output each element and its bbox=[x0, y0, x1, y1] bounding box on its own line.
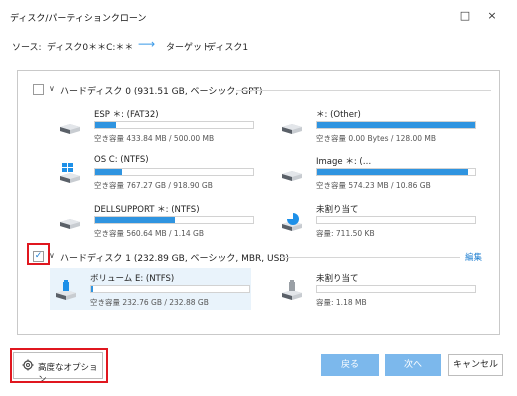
highlight-box bbox=[10, 348, 108, 383]
cancel-button[interactable]: キャンセル bbox=[448, 354, 503, 376]
partition-image[interactable]: Image ＊: (… 空き容量 574.23 MB / 10.86 GB bbox=[276, 151, 481, 193]
drive-icon bbox=[282, 124, 302, 134]
usage-bar bbox=[316, 285, 476, 293]
source-value: ディスク0＊＊C:＊＊ bbox=[47, 43, 134, 53]
partition-unallocated-1[interactable]: 未割り当て 容量: 1.18 MB bbox=[276, 268, 481, 310]
windows-drive-icon bbox=[60, 163, 80, 183]
usb-unallocated-icon bbox=[282, 280, 302, 300]
usage-fill bbox=[317, 169, 468, 175]
usage-bar bbox=[94, 216, 254, 224]
partition-capacity: 空き容量 560.64 MB / 1.14 GB bbox=[94, 229, 204, 238]
close-button[interactable]: × bbox=[481, 6, 503, 26]
disk-panel: ∨ ハードディスク 0 (931.51 GB, ベーシック, GPT) ESP … bbox=[17, 70, 500, 335]
source-label: ソース: bbox=[12, 43, 42, 53]
partition-capacity: 空き容量 0.00 Bytes / 128.00 MB bbox=[316, 134, 437, 143]
partition-name: 未割り当て bbox=[316, 274, 359, 284]
partition-other[interactable]: ＊: (Other) 空き容量 0.00 Bytes / 128.00 MB bbox=[276, 104, 481, 146]
edit-link[interactable]: 編集 bbox=[465, 251, 482, 263]
partition-capacity: 空き容量 433.84 MB / 500.00 MB bbox=[94, 134, 215, 143]
partition-capacity: 容量: 711.50 KB bbox=[316, 229, 375, 238]
usage-bar bbox=[316, 168, 476, 176]
disk-1-header: ✓ ∨ ハードディスク 1 (232.89 GB, ベーシック, MBR, US… bbox=[18, 249, 501, 265]
partition-esp[interactable]: ESP ＊: (FAT32) 空き容量 433.84 MB / 500.00 M… bbox=[54, 104, 259, 146]
usage-fill bbox=[317, 122, 475, 128]
disk-0-title: ハードディスク 0 (931.51 GB, ベーシック, GPT) bbox=[60, 87, 263, 97]
partition-name: 未割り当て bbox=[316, 205, 359, 215]
divider bbox=[236, 90, 491, 91]
clone-path: ソース: ディスク0＊＊C:＊＊ ⟶ ターゲット: ディスク1 bbox=[0, 34, 517, 60]
partition-name: Image ＊: (… bbox=[316, 157, 372, 167]
window-title: ディスク/パーティションクローン bbox=[10, 14, 147, 24]
partition-capacity: 空き容量 574.23 MB / 10.86 GB bbox=[316, 181, 431, 190]
maximize-button[interactable]: □ bbox=[454, 6, 476, 26]
usage-bar bbox=[316, 216, 476, 224]
usage-bar bbox=[316, 121, 476, 129]
usage-fill bbox=[95, 217, 175, 223]
chevron-down-icon[interactable]: ∨ bbox=[49, 84, 55, 93]
partition-name: ボリューム E: (NTFS) bbox=[90, 274, 175, 284]
disk-0-checkbox[interactable] bbox=[33, 84, 44, 95]
usage-bar bbox=[90, 285, 250, 293]
usage-bar bbox=[94, 168, 254, 176]
title-bar: ディスク/パーティションクローン □ × bbox=[0, 0, 517, 32]
divider bbox=[280, 257, 460, 258]
partition-capacity: 空き容量 767.27 GB / 918.90 GB bbox=[94, 181, 213, 190]
usb-drive-icon bbox=[56, 280, 76, 300]
usage-fill bbox=[91, 286, 93, 292]
target-value: ディスク1 bbox=[207, 43, 249, 53]
usage-fill bbox=[95, 122, 116, 128]
drive-icon bbox=[60, 219, 80, 229]
partition-name: ＊: (Other) bbox=[316, 110, 361, 120]
arrow-right-icon: ⟶ bbox=[138, 37, 156, 51]
usage-bar bbox=[94, 121, 254, 129]
partition-volume-e[interactable]: ボリューム E: (NTFS) 空き容量 232.76 GB / 232.88 … bbox=[50, 268, 251, 310]
partition-name: DELLSUPPORT ＊: (NTFS) bbox=[94, 205, 200, 215]
drive-icon bbox=[60, 124, 80, 134]
disk-1-title: ハードディスク 1 (232.89 GB, ベーシック, MBR, USB) bbox=[60, 254, 289, 264]
usage-fill bbox=[95, 169, 122, 175]
next-button[interactable]: 次へ bbox=[385, 354, 441, 376]
disk-0-header: ∨ ハードディスク 0 (931.51 GB, ベーシック, GPT) bbox=[18, 82, 501, 98]
partition-name: OS C: (NTFS) bbox=[94, 155, 149, 165]
partition-os-c[interactable]: OS C: (NTFS) 空き容量 767.27 GB / 918.90 GB bbox=[54, 151, 259, 193]
partition-capacity: 空き容量 232.76 GB / 232.88 GB bbox=[90, 298, 209, 307]
back-button[interactable]: 戻る bbox=[321, 354, 379, 376]
partition-name: ESP ＊: (FAT32) bbox=[94, 110, 159, 120]
partition-unallocated-0[interactable]: 未割り当て 容量: 711.50 KB bbox=[276, 199, 481, 241]
highlight-box bbox=[27, 243, 50, 265]
partition-capacity: 容量: 1.18 MB bbox=[316, 298, 367, 307]
partition-dellsupport[interactable]: DELLSUPPORT ＊: (NTFS) 空き容量 560.64 MB / 1… bbox=[54, 199, 259, 241]
drive-icon bbox=[282, 171, 302, 181]
unallocated-drive-icon bbox=[282, 213, 302, 231]
